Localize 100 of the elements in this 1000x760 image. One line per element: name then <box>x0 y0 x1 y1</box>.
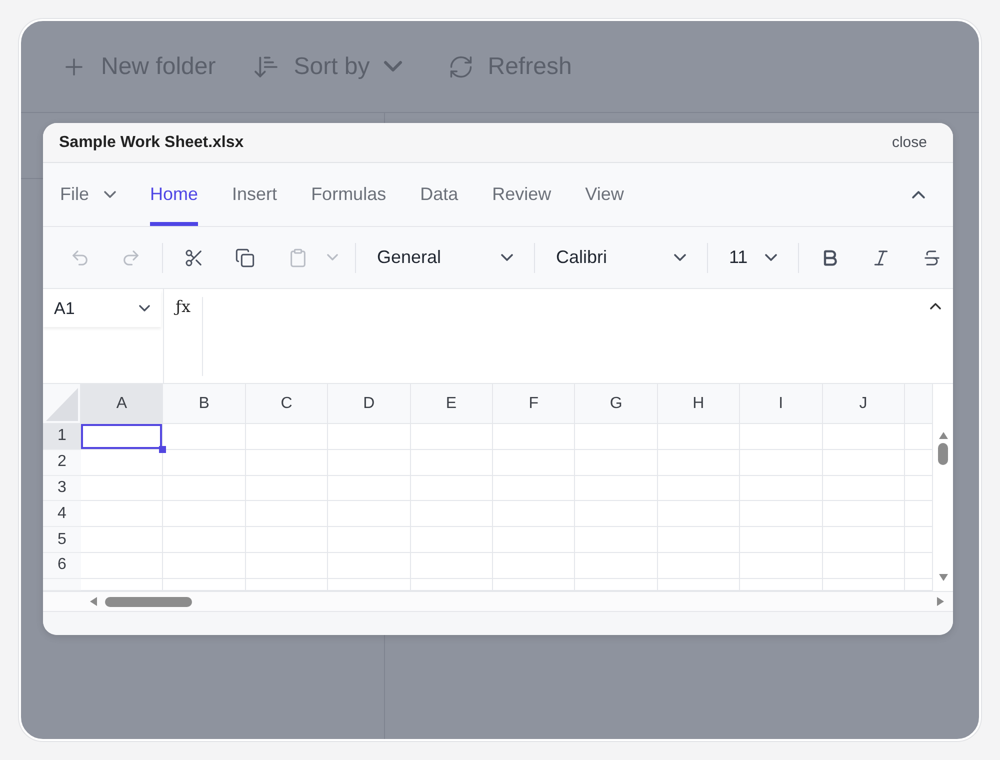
sheet-cell[interactable] <box>328 552 411 579</box>
scroll-right-icon[interactable] <box>937 597 944 606</box>
sheet-cell[interactable] <box>492 527 576 553</box>
column-header[interactable]: G <box>575 384 658 424</box>
sheet-cell[interactable] <box>575 450 658 476</box>
sheet-cell[interactable] <box>246 552 328 579</box>
sheet-cell[interactable] <box>246 424 328 450</box>
sheet-cell[interactable] <box>410 450 493 476</box>
row-header[interactable]: 5 <box>43 527 81 553</box>
font-family-select[interactable]: Calibri <box>546 240 696 276</box>
sheet-cell[interactable] <box>658 552 740 579</box>
sheet-cell[interactable] <box>163 501 246 528</box>
scroll-up-icon[interactable] <box>938 432 948 439</box>
sheet-cell[interactable] <box>658 450 740 476</box>
sheet-cell[interactable] <box>410 552 493 579</box>
sheet-cell[interactable] <box>575 552 658 579</box>
sheet-cell[interactable] <box>822 424 905 450</box>
scroll-down-icon[interactable] <box>938 574 948 581</box>
sheet-cell[interactable] <box>658 501 740 528</box>
sheet-cell[interactable] <box>246 501 328 528</box>
row-header[interactable]: 4 <box>43 501 81 528</box>
chevron-up-icon <box>912 190 925 198</box>
ribbon-tab[interactable]: Data <box>420 163 458 226</box>
sheet-cell[interactable] <box>492 501 576 528</box>
sheet-cell[interactable] <box>740 501 823 528</box>
sheet-cell[interactable] <box>658 527 740 553</box>
sheet-cell[interactable] <box>575 501 658 528</box>
sheet-cell[interactable] <box>658 476 740 502</box>
select-all-icon[interactable] <box>46 388 78 421</box>
column-header[interactable]: D <box>328 384 411 424</box>
sheet-cell[interactable] <box>328 476 411 502</box>
sheet-cell[interactable] <box>492 552 576 579</box>
sheet-cell[interactable] <box>246 527 328 553</box>
sheet-cell[interactable] <box>575 424 658 450</box>
sheet-cell[interactable] <box>81 476 164 502</box>
sheet-cell[interactable] <box>740 424 823 450</box>
sheet-cell[interactable] <box>822 476 905 502</box>
sheet-cell[interactable] <box>163 424 246 450</box>
sheet-cell[interactable] <box>740 552 823 579</box>
row-header[interactable]: 3 <box>43 476 81 502</box>
selected-cell[interactable] <box>81 424 164 450</box>
column-header[interactable] <box>904 384 933 424</box>
sheet-cell[interactable] <box>740 476 823 502</box>
sheet-cell[interactable] <box>492 476 576 502</box>
row-header[interactable]: 1 <box>43 424 81 450</box>
ribbon-tab[interactable]: Formulas <box>311 163 386 226</box>
column-header[interactable]: F <box>492 384 576 424</box>
file-menu-tab[interactable]: File <box>60 163 116 226</box>
sheet-cell[interactable] <box>81 501 164 528</box>
sheet-cell[interactable] <box>328 424 411 450</box>
sheet-cell[interactable] <box>81 527 164 553</box>
ribbon-tab[interactable]: Review <box>492 163 552 226</box>
sheet-cell[interactable] <box>575 476 658 502</box>
chevron-down-icon <box>326 254 338 261</box>
column-header[interactable]: A <box>81 384 164 424</box>
column-header[interactable]: C <box>246 384 328 424</box>
scroll-left-icon[interactable] <box>90 597 97 606</box>
sheet-cell[interactable] <box>410 501 493 528</box>
scrollbar-thumb[interactable] <box>105 596 192 606</box>
sheet-cell[interactable] <box>328 450 411 476</box>
sheet-cell[interactable] <box>246 476 328 502</box>
sheet-cell[interactable] <box>163 552 246 579</box>
insert-function-button[interactable]: ƒx <box>176 297 190 316</box>
sheet-cell[interactable] <box>822 450 905 476</box>
sheet-cell[interactable] <box>163 527 246 553</box>
column-header[interactable]: B <box>163 384 246 424</box>
sheet-cell[interactable] <box>328 501 411 528</box>
ribbon-tab[interactable]: Insert <box>232 163 278 226</box>
sheet-cell[interactable] <box>492 424 576 450</box>
column-header[interactable]: H <box>658 384 740 424</box>
sheet-cell[interactable] <box>410 476 493 502</box>
name-box[interactable]: A1 <box>43 290 161 327</box>
sheet-cell[interactable] <box>740 527 823 553</box>
fill-handle[interactable] <box>159 446 166 453</box>
sheet-cell[interactable] <box>822 552 905 579</box>
sheet-cell[interactable] <box>822 527 905 553</box>
ribbon-tab[interactable]: View <box>585 163 624 226</box>
sheet-cell[interactable] <box>246 450 328 476</box>
sheet-cell[interactable] <box>575 527 658 553</box>
column-header[interactable]: I <box>740 384 823 424</box>
font-size-select[interactable]: 11 <box>719 240 787 276</box>
number-format-select[interactable]: General <box>367 240 523 276</box>
sheet-cell[interactable] <box>822 501 905 528</box>
sheet-cell[interactable] <box>740 450 823 476</box>
column-header[interactable]: E <box>410 384 493 424</box>
row-header[interactable] <box>43 578 81 591</box>
sheet-cell[interactable] <box>410 527 493 553</box>
row-header[interactable]: 6 <box>43 552 81 579</box>
sheet-cell[interactable] <box>163 476 246 502</box>
sheet-cell[interactable] <box>658 424 740 450</box>
undo-icon <box>70 248 90 268</box>
close-button[interactable]: close <box>892 134 927 151</box>
sheet-cell[interactable] <box>328 527 411 553</box>
column-header[interactable]: J <box>822 384 905 424</box>
row-header[interactable]: 2 <box>43 450 81 476</box>
sheet-cell[interactable] <box>410 424 493 450</box>
sheet-cell[interactable] <box>81 552 164 579</box>
scrollbar-thumb[interactable] <box>938 443 948 465</box>
sheet-cell[interactable] <box>492 450 576 476</box>
sheet-cell[interactable] <box>163 450 246 476</box>
